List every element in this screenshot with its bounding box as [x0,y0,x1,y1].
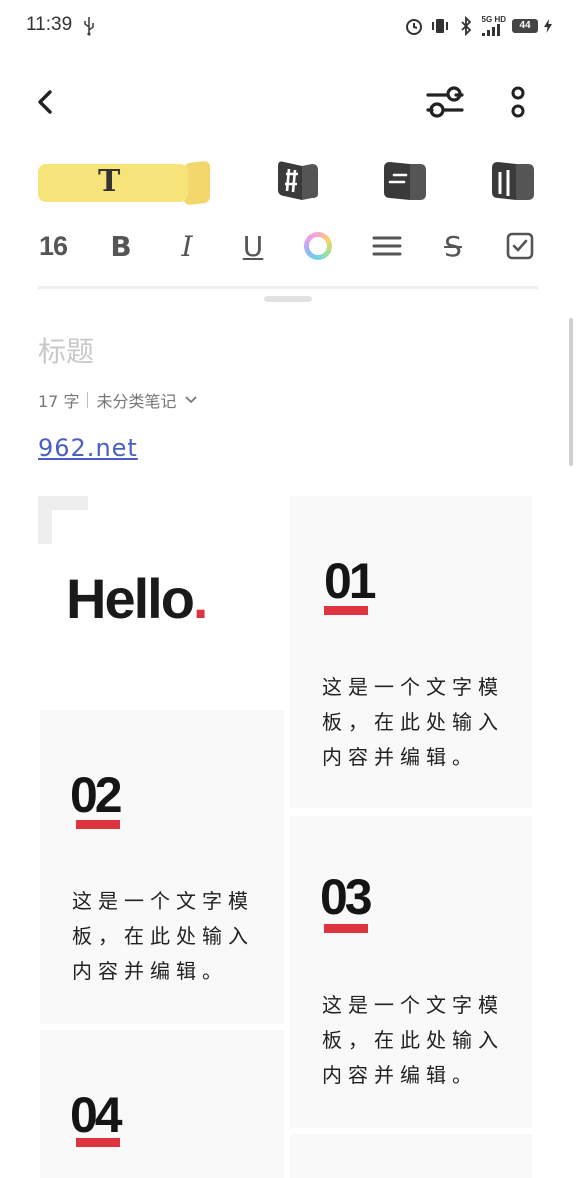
text-style-label: T [98,164,121,199]
tab-text-style[interactable]: T [38,160,210,206]
template-card-05 [290,1134,532,1178]
card-accent-bar [324,924,368,933]
list-tab-icon[interactable] [380,158,428,202]
signal-bars-icon [481,24,500,36]
template-card-01: 01 这是一个文字模板，在此处输入内容并编辑。 [290,496,532,808]
more-options-icon[interactable] [504,84,532,120]
title-input[interactable]: 标题 [38,330,94,370]
card-accent-bar [76,820,120,829]
drag-handle[interactable] [264,296,312,302]
charging-icon [544,19,552,33]
card-number: 04 [70,1087,123,1143]
scrollbar[interactable] [569,318,573,466]
signal-indicator: 5G HD [481,15,506,36]
underline-button[interactable]: U [236,226,270,266]
battery-indicator: 44 [512,19,538,33]
sliders-icon[interactable] [424,84,466,120]
template-card-04: 04 [40,1030,284,1178]
corner-decoration [38,496,88,544]
layout-tab-icon[interactable] [488,158,536,202]
template-card-02: 02 这是一个文字模板，在此处输入内容并编辑。 [40,710,284,1024]
checkbox-icon[interactable] [504,226,536,266]
usb-icon [84,17,94,36]
category-dropdown[interactable]: 未分类笔记 [96,388,176,412]
font-size-button[interactable]: 16 [36,226,70,266]
hello-heading: Hello. [66,566,209,631]
card-number: 01 [324,553,377,609]
toolbar-divider [38,286,538,289]
card-accent-bar [324,606,368,615]
strikethrough-button[interactable]: S [436,226,470,266]
note-link[interactable]: 962.net [38,434,138,462]
hello-text: Hello [66,567,195,630]
template-card-03: 03 这是一个文字模板，在此处输入内容并编辑。 [290,816,532,1128]
card-text[interactable]: 这是一个文字模板，在此处输入内容并编辑。 [72,884,272,989]
chevron-down-icon[interactable] [184,395,198,405]
bold-button[interactable]: B [104,226,138,266]
text-color-button[interactable] [304,232,332,260]
hello-dot: . [192,567,209,630]
char-count: 17 字 [38,392,80,411]
bluetooth-icon [460,16,471,36]
alarm-icon [405,19,422,35]
meta-separator [87,392,89,408]
italic-button[interactable]: I [170,226,204,266]
align-icon[interactable] [370,226,404,266]
network-label: 5G HD [481,15,506,24]
back-button[interactable] [32,84,64,120]
status-icons: 5G HD 44 [404,14,552,38]
card-accent-bar [76,1138,120,1147]
vibrate-icon [431,19,448,33]
hashtag-tab-icon[interactable] [272,158,320,202]
card-text[interactable]: 这是一个文字模板，在此处输入内容并编辑。 [322,670,522,775]
card-number: 03 [320,869,373,925]
note-meta: 17 字 未分类笔记 [38,388,198,412]
status-time: 11:39 [26,14,73,35]
card-text[interactable]: 这是一个文字模板，在此处输入内容并编辑。 [322,988,522,1093]
card-number: 02 [70,767,123,823]
